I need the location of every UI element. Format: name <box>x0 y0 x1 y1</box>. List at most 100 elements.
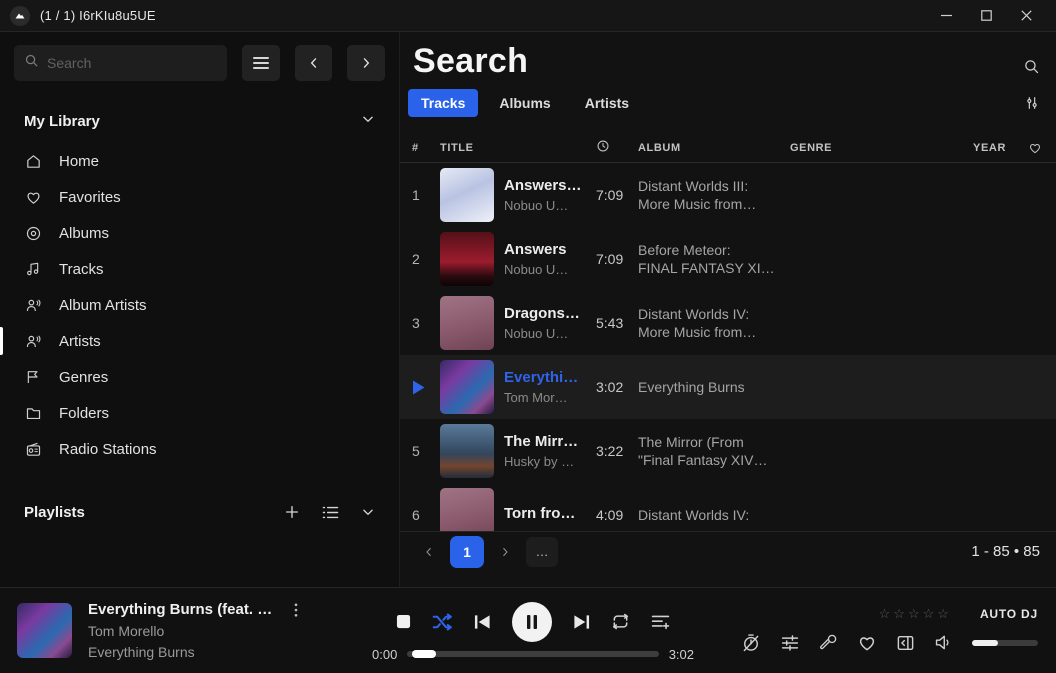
nav-forward-button[interactable] <box>347 45 385 81</box>
album-art[interactable] <box>440 296 494 350</box>
menu-button[interactable] <box>242 45 280 81</box>
home-icon <box>24 153 42 170</box>
maximize-button[interactable] <box>966 2 1006 30</box>
track-artist[interactable]: Nobuo U… <box>504 198 592 213</box>
sidebar-item-artists[interactable]: Artists <box>0 323 399 359</box>
seek-bar[interactable] <box>407 651 658 657</box>
page-prev-button[interactable] <box>414 537 444 567</box>
col-index[interactable]: # <box>412 142 440 154</box>
tab-artists[interactable]: Artists <box>572 89 642 117</box>
track-title[interactable]: Answers <box>504 241 592 258</box>
nav-back-button[interactable] <box>295 45 333 81</box>
my-library-header[interactable]: My Library <box>0 107 399 135</box>
stop-button[interactable] <box>396 614 411 629</box>
auto-dj-label[interactable]: AUTO DJ <box>980 607 1038 621</box>
sidebar-item-tracks[interactable]: Tracks <box>0 251 399 287</box>
close-button[interactable] <box>1006 2 1046 30</box>
col-duration-clock-icon[interactable] <box>596 139 638 156</box>
track-album[interactable]: Before Meteor:FINAL FANTASY XI… <box>638 241 790 277</box>
previous-track-button[interactable] <box>474 614 491 630</box>
table-row[interactable]: 1 Answers… Nobuo U… 7:09 Distant Worlds … <box>400 163 1056 227</box>
track-album[interactable]: Distant Worlds IV:More Music from… <box>638 305 790 341</box>
volume-speaker-icon[interactable] <box>934 634 953 651</box>
table-row[interactable]: 2 Answers Nobuo U… 7:09 Before Meteor:FI… <box>400 227 1056 291</box>
sidebar-search-box[interactable] <box>14 45 227 81</box>
col-title[interactable]: TITLE <box>440 142 504 154</box>
col-genre[interactable]: GENRE <box>790 142 960 154</box>
seek-thumb[interactable] <box>412 650 436 658</box>
track-artist[interactable]: Nobuo U… <box>504 262 592 277</box>
track-album[interactable]: Everything Burns <box>638 378 790 396</box>
track-artist[interactable]: Husky by … <box>504 454 592 469</box>
now-playing-artist[interactable]: Tom Morello <box>88 623 298 639</box>
main-content: Search Tracks Albums Artists # <box>400 32 1056 587</box>
sidebar-item-radio-stations[interactable]: Radio Stations <box>0 431 399 467</box>
minimize-button[interactable] <box>926 2 966 30</box>
my-library-label: My Library <box>24 113 100 130</box>
content-search-icon[interactable] <box>1023 58 1040 80</box>
track-title[interactable]: Answers… <box>504 177 592 194</box>
track-artist[interactable]: Nobuo U… <box>504 326 592 341</box>
col-favorite-heart-icon[interactable] <box>1010 141 1044 155</box>
pause-button[interactable] <box>512 602 552 642</box>
album-art[interactable] <box>440 232 494 286</box>
filter-options-icon[interactable] <box>1024 95 1040 111</box>
track-album[interactable]: Distant Worlds IV: <box>638 506 790 524</box>
equalizer-sliders-icon[interactable] <box>780 634 800 652</box>
music-note-icon <box>24 261 42 277</box>
page-number-button[interactable]: 1 <box>450 536 484 568</box>
result-range-label: 1 - 85 • 85 <box>971 543 1040 560</box>
row-index: 1 <box>412 187 440 203</box>
table-row-playing[interactable]: Everythi… Tom Mor… 3:02 Everything Burns <box>400 355 1056 419</box>
sidebar-item-albums[interactable]: Albums <box>0 215 399 251</box>
favorite-heart-icon[interactable] <box>857 633 877 653</box>
track-title[interactable]: The Mirr… <box>504 433 592 450</box>
lyrics-microphone-icon[interactable] <box>819 633 838 652</box>
sidebar-item-favorites[interactable]: Favorites <box>0 179 399 215</box>
search-icon <box>24 53 39 73</box>
table-row[interactable]: 6 Torn fro… 4:09 Distant Worlds IV: <box>400 483 1056 531</box>
add-to-queue-button[interactable] <box>651 614 670 630</box>
add-playlist-button[interactable] <box>284 504 300 520</box>
track-title[interactable]: Torn fro… <box>504 505 592 522</box>
page-next-button[interactable] <box>490 537 520 567</box>
rating-stars[interactable]: ☆☆☆☆☆ <box>879 606 952 622</box>
tab-albums[interactable]: Albums <box>486 89 563 117</box>
shuffle-button[interactable] <box>432 613 453 631</box>
search-input[interactable] <box>47 55 217 71</box>
sidebar-nav: Home Favorites Albums Tracks Album Artis… <box>0 143 399 467</box>
chevron-down-icon[interactable] <box>361 112 375 131</box>
playlist-list-button[interactable] <box>322 505 339 520</box>
sidebar-item-album-artists[interactable]: Album Artists <box>0 287 399 323</box>
now-playing-album-art[interactable] <box>17 603 72 658</box>
repeat-button[interactable] <box>611 613 630 630</box>
next-track-button[interactable] <box>573 614 590 630</box>
track-artist[interactable]: Tom Mor… <box>504 390 592 405</box>
now-playing-title[interactable]: Everything Burns (feat. B… <box>88 601 280 618</box>
page-ellipsis-button[interactable]: … <box>526 537 558 567</box>
sidebar-item-folders[interactable]: Folders <box>0 395 399 431</box>
album-art[interactable] <box>440 424 494 478</box>
track-title[interactable]: Dragons… <box>504 305 592 322</box>
sleep-timer-off-icon[interactable] <box>741 633 761 653</box>
volume-slider[interactable] <box>972 640 1038 646</box>
table-row[interactable]: 3 Dragons… Nobuo U… 5:43 Distant Worlds … <box>400 291 1056 355</box>
album-art[interactable] <box>440 360 494 414</box>
track-options-dots-icon[interactable] <box>294 603 298 617</box>
now-playing-album[interactable]: Everything Burns <box>88 644 298 660</box>
track-title[interactable]: Everythi… <box>504 369 592 386</box>
tab-tracks[interactable]: Tracks <box>408 89 478 117</box>
queue-panel-icon[interactable] <box>896 634 915 652</box>
pagination: 1 … 1 - 85 • 85 <box>400 531 1056 571</box>
col-album[interactable]: ALBUM <box>638 142 790 154</box>
album-art[interactable] <box>440 488 494 531</box>
track-album[interactable]: Distant Worlds III:More Music from… <box>638 177 790 213</box>
track-album[interactable]: The Mirror (From"Final Fantasy XIV… <box>638 433 790 469</box>
album-art[interactable] <box>440 168 494 222</box>
col-year[interactable]: YEAR <box>960 142 1010 154</box>
sidebar-item-genres[interactable]: Genres <box>0 359 399 395</box>
sidebar-item-label: Favorites <box>59 189 121 206</box>
playlists-chevron-down-icon[interactable] <box>361 505 375 519</box>
sidebar-item-home[interactable]: Home <box>0 143 399 179</box>
table-row[interactable]: 5 The Mirr… Husky by … 3:22 The Mirror (… <box>400 419 1056 483</box>
